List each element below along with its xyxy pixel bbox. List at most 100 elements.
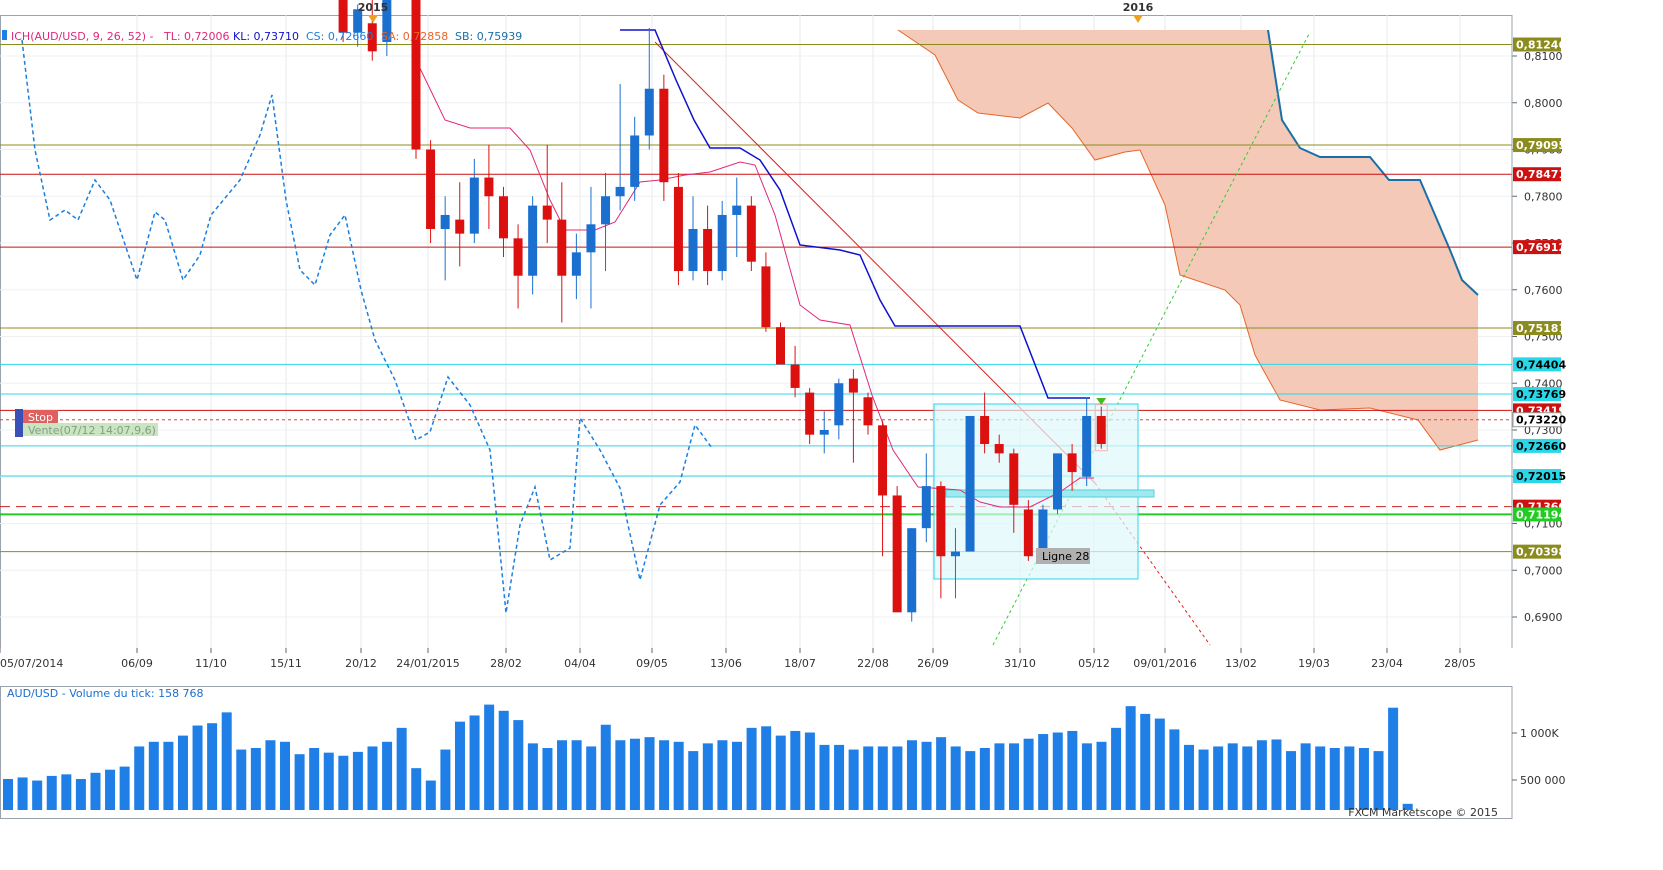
price-label-text: 0,76912 [1516, 241, 1566, 254]
candle-body [659, 88, 669, 183]
legend-sa: SA: 0,72858 [381, 30, 448, 43]
volume-bar [615, 740, 626, 810]
candle-body [1096, 415, 1106, 445]
y-tick-label: 0,8100 [1524, 50, 1563, 63]
volume-bar [17, 777, 28, 810]
price-label: 0,78471 [1513, 167, 1566, 182]
volume-bar [746, 727, 757, 810]
volume-bar [644, 737, 655, 810]
volume-bar [863, 746, 874, 810]
price-label: 0,81246 [1513, 37, 1566, 52]
candle [892, 486, 902, 613]
volume-bar [1344, 746, 1355, 810]
volume-bar [3, 779, 13, 810]
volume-bar [323, 752, 334, 810]
price-label: 0,71194 [1513, 507, 1566, 522]
price-label: 0,73220 [1512, 412, 1566, 428]
volume-bar [1388, 707, 1399, 810]
volume-bar [425, 780, 436, 810]
volume-bar [221, 712, 232, 810]
candle-body [1067, 453, 1077, 473]
volume-bar [600, 724, 611, 810]
volume-bar [484, 704, 495, 810]
price-label-text: 0,78471 [1516, 168, 1566, 181]
volume-bar [1067, 730, 1078, 810]
candle-body [921, 486, 931, 529]
price-label: 0,79095 [1513, 138, 1566, 153]
x-tick-label: 04/04 [564, 657, 596, 670]
volume-bar [396, 727, 407, 810]
candle-body [994, 444, 1004, 454]
candle [411, 0, 421, 159]
candle [426, 140, 436, 243]
volume-bar [965, 751, 976, 810]
legend-cs: CS: 0,72660 [306, 30, 373, 43]
volume-tick-label: 1 000K [1520, 727, 1559, 740]
volume-bar [629, 738, 640, 810]
volume-bar [367, 746, 378, 810]
sell-tag-label: Vente(07/12 14:07,9,6) [28, 424, 156, 437]
volume-bar [804, 732, 815, 810]
candle-body [819, 430, 829, 435]
order-handle[interactable] [15, 409, 23, 437]
volume-bar [90, 772, 101, 810]
volume-bar [192, 725, 203, 810]
volume-bar [994, 743, 1005, 810]
volume-bar [207, 723, 218, 810]
candle-body [878, 425, 888, 496]
volume-bar [761, 726, 772, 810]
y-tick-label: 0,6900 [1524, 611, 1563, 624]
volume-bar [250, 748, 261, 810]
x-tick-label: 06/09 [121, 657, 153, 670]
candle [673, 172, 683, 286]
candle-body [848, 378, 858, 393]
price-label-text: 0,81246 [1516, 38, 1566, 51]
y-tick-label: 0,7000 [1524, 564, 1563, 577]
price-label: 0,76912 [1513, 240, 1566, 255]
volume-bar [309, 748, 320, 810]
volume-bar [454, 721, 465, 810]
volume-bar [819, 744, 830, 810]
volume-bar [1052, 732, 1063, 810]
price-label-text: 0,72660 [1516, 440, 1566, 453]
highlight-bar [945, 489, 1155, 498]
candle-body [601, 196, 611, 225]
volume-bar [498, 710, 509, 810]
volume-bar [148, 741, 159, 810]
candle [776, 322, 785, 365]
stop-tag-label: Stop [28, 411, 53, 424]
candle-body [776, 327, 785, 365]
volume-bar [571, 740, 582, 810]
candle-body [703, 228, 713, 272]
candle-body [615, 186, 625, 197]
volume-bar [1213, 746, 1224, 810]
volume-bar [979, 748, 990, 810]
candle-body [1038, 509, 1048, 552]
price-label-text: 0,79095 [1516, 139, 1566, 152]
volume-bar [1271, 739, 1282, 810]
volume-bar [848, 749, 859, 810]
chart: 0,81000,80000,79000,78000,77000,76000,75… [0, 0, 1663, 870]
x-tick-label: 11/10 [195, 657, 227, 670]
volume-bar [1227, 743, 1238, 810]
volume-bar [1358, 748, 1369, 810]
volume-bar [513, 720, 524, 810]
legend-sb: SB: 0,75939 [455, 30, 522, 43]
candle [1038, 504, 1048, 552]
volume-bar [1125, 706, 1136, 810]
volume-bar [790, 730, 801, 810]
volume-bar [265, 740, 276, 810]
candle-body [790, 364, 800, 388]
candle-body [907, 528, 917, 613]
candle-body [980, 415, 990, 445]
candle-body [717, 214, 727, 272]
candle-body [513, 238, 523, 276]
x-tick-label: 18/07 [784, 657, 816, 670]
volume-bar [236, 749, 247, 810]
candle-body [1082, 415, 1092, 477]
legend-swatch [2, 30, 7, 40]
time-axis: 05/07/2014 06/09 11/10 15/11 20/12 24/01/2015… [0, 648, 1512, 683]
volume-bar [936, 737, 947, 810]
x-tick-label: 05/07/2014 [0, 657, 63, 670]
volume-bar [717, 740, 728, 810]
